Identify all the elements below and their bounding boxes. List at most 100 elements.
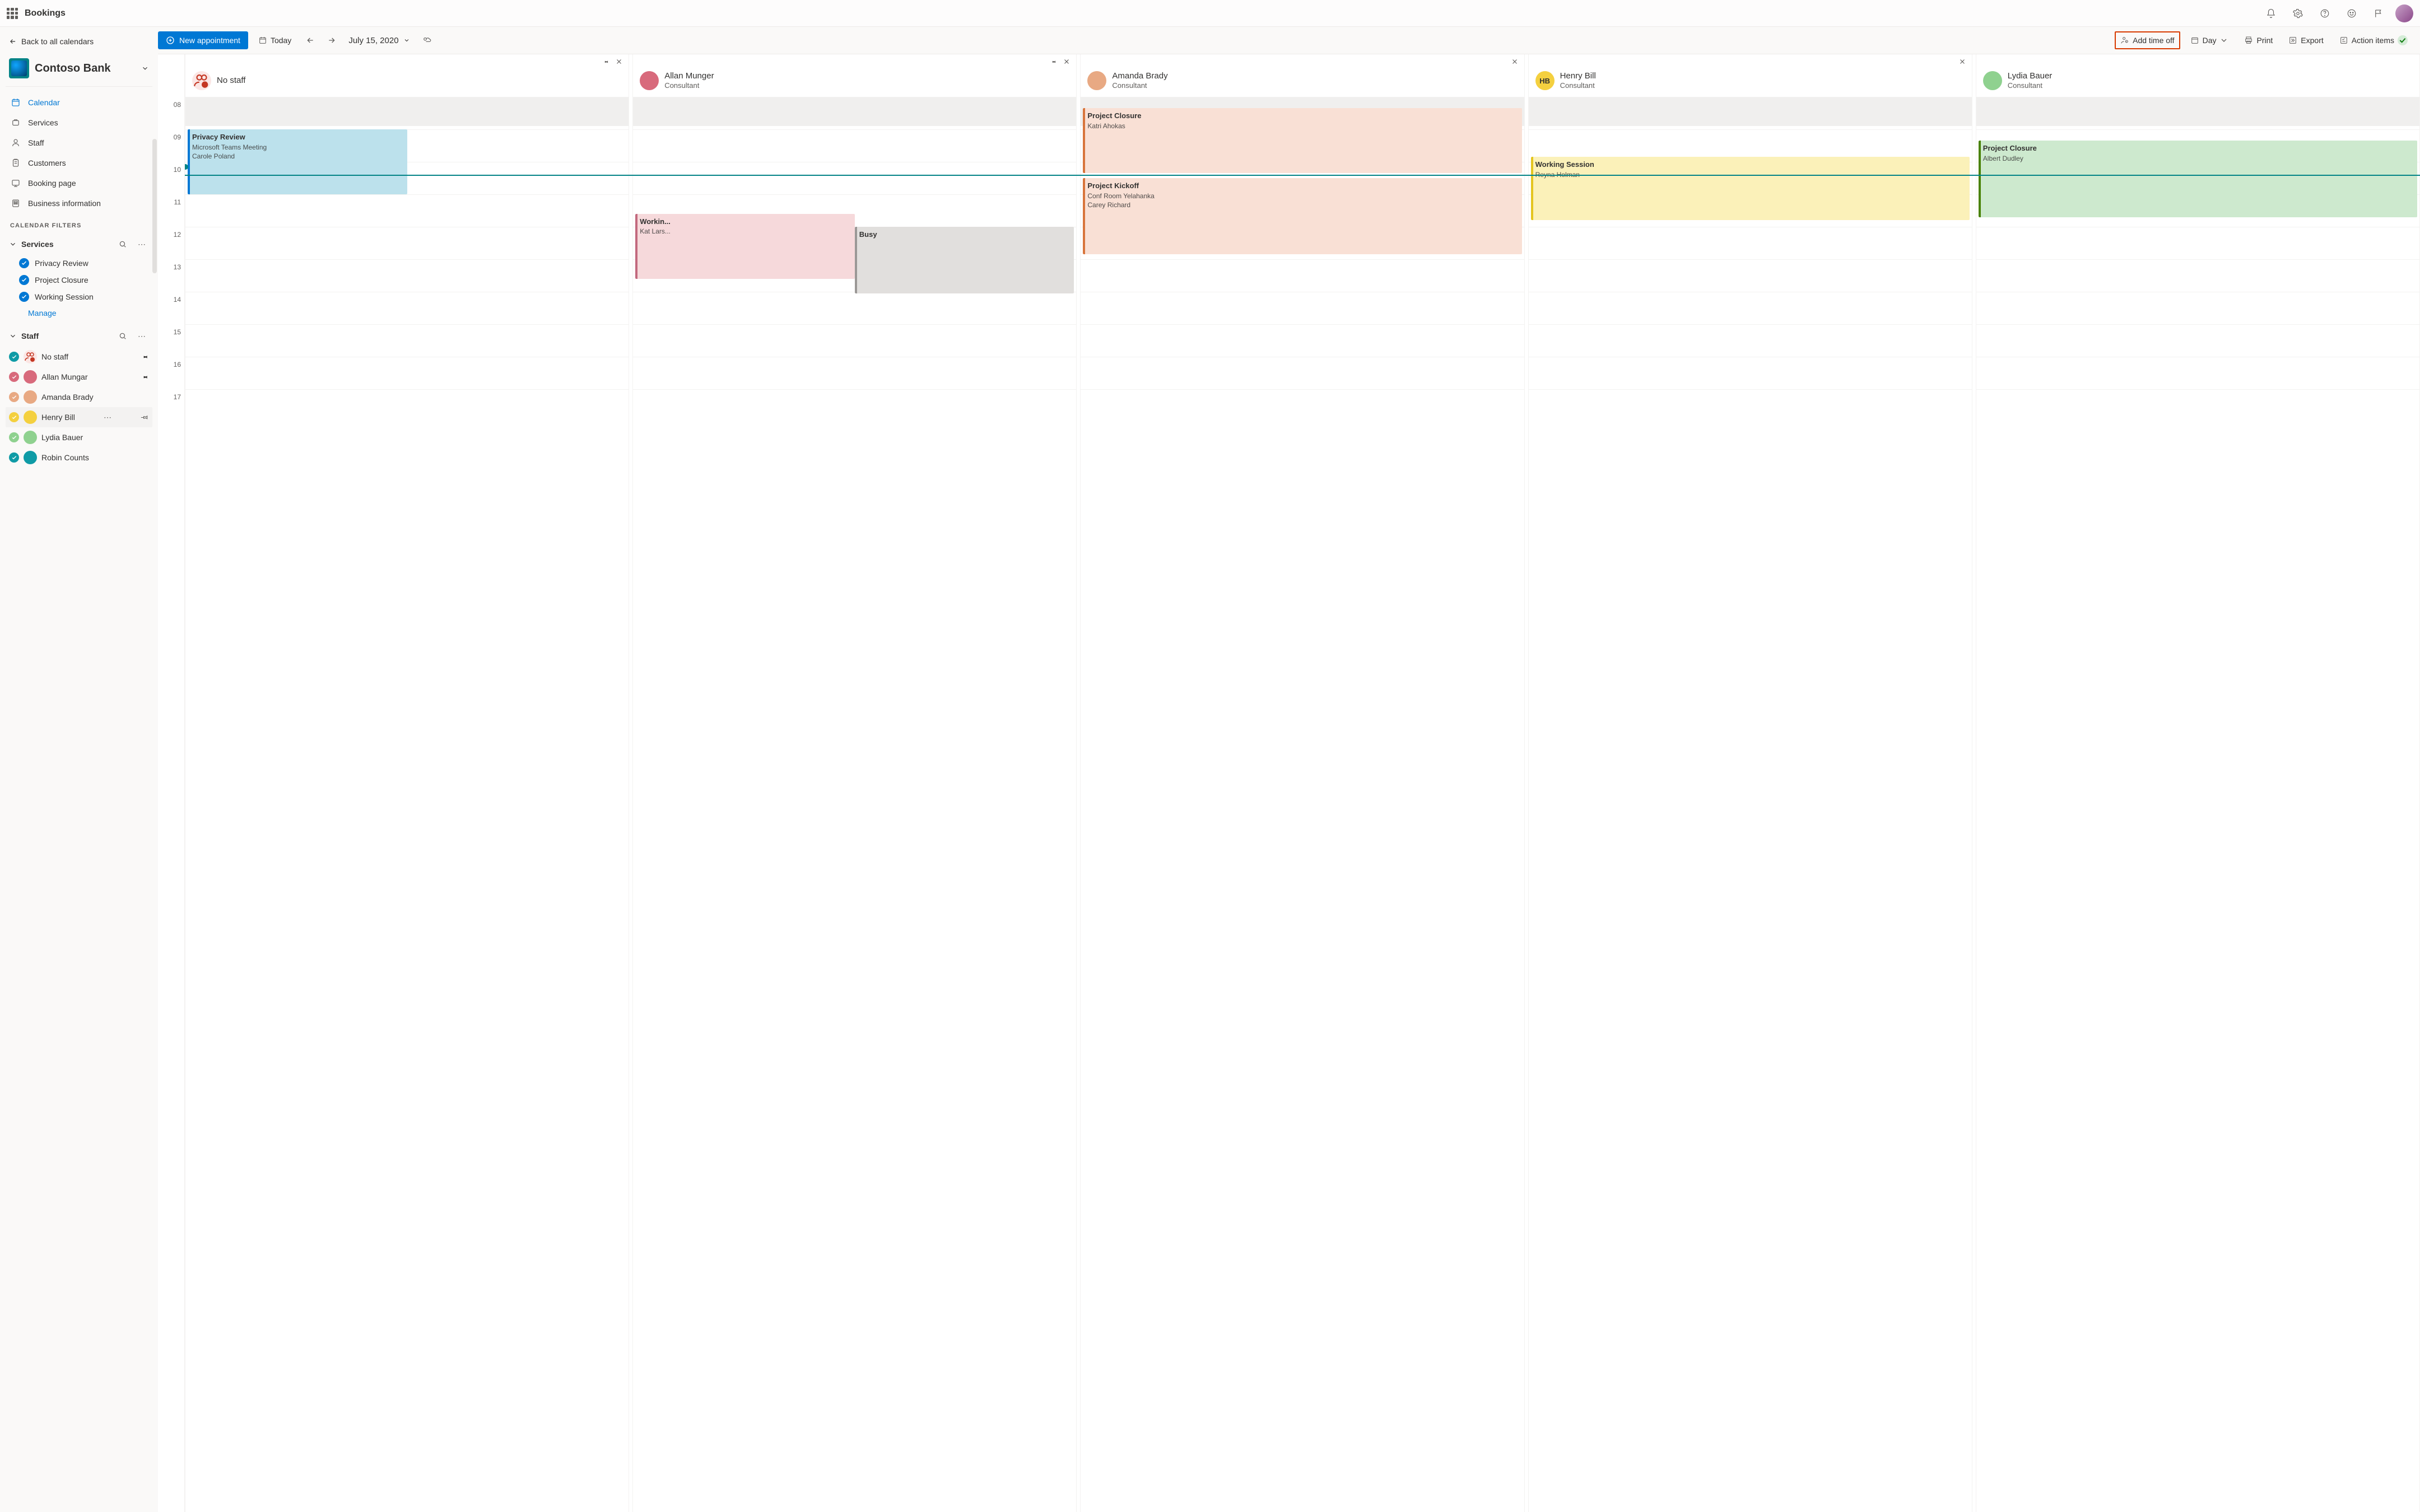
- column-staff-name: Henry Bill: [1560, 71, 1596, 81]
- service-filter-item[interactable]: Privacy Review: [6, 255, 152, 272]
- staff-filter-header[interactable]: Staff ⋯: [6, 325, 152, 347]
- check-icon: [9, 432, 19, 442]
- date-label: July 15, 2020: [348, 36, 398, 45]
- staff-column: ?No staff Privacy ReviewMicrosoft Teams M…: [185, 54, 629, 1512]
- more-icon[interactable]: ⋯: [134, 329, 149, 343]
- staff-filter-item[interactable]: Robin Counts: [6, 447, 152, 468]
- pin-icon[interactable]: [140, 413, 149, 422]
- flag-icon[interactable]: [2368, 3, 2389, 24]
- today-label: Today: [271, 36, 291, 45]
- column-staff-name: Amanda Brady: [1112, 71, 1167, 81]
- calendar-event[interactable]: Project KickoffConf Room YelahankaCarey …: [1083, 178, 1521, 254]
- column-body[interactable]: Project ClosureKatri AhokasProject Kicko…: [1081, 97, 1524, 1512]
- staff-name: Henry Bill: [41, 413, 75, 422]
- export-label: Export: [2301, 36, 2323, 45]
- add-time-off-button[interactable]: Add time off: [2115, 31, 2180, 49]
- calendar-event[interactable]: Project ClosureAlbert Dudley: [1979, 141, 2417, 217]
- weather-icon[interactable]: [418, 31, 436, 49]
- column-header[interactable]: Amanda BradyConsultant: [1081, 68, 1524, 97]
- pin-icon[interactable]: [140, 352, 149, 361]
- more-icon[interactable]: ⋯: [134, 237, 149, 251]
- service-name: Project Closure: [35, 276, 89, 284]
- pin-icon[interactable]: [602, 58, 609, 66]
- nav-item-calendar[interactable]: Calendar: [6, 92, 152, 113]
- prev-day-button[interactable]: [301, 31, 319, 49]
- calendar-event[interactable]: Privacy ReviewMicrosoft Teams MeetingCar…: [188, 129, 407, 194]
- staff-filter-item[interactable]: Amanda Brady: [6, 387, 152, 407]
- print-button[interactable]: Print: [2238, 31, 2278, 49]
- nav-item-business-information[interactable]: Business information: [6, 193, 152, 213]
- next-day-button[interactable]: [323, 31, 341, 49]
- service-name: Privacy Review: [35, 259, 89, 268]
- view-day-button[interactable]: Day: [2185, 31, 2235, 49]
- close-icon[interactable]: [1063, 58, 1071, 66]
- service-filter-item[interactable]: Working Session: [6, 288, 152, 305]
- more-icon[interactable]: ⋯: [101, 413, 114, 422]
- event-color-bar: [1531, 157, 1533, 220]
- nav-item-services[interactable]: Services: [6, 113, 152, 133]
- event-title: Project Kickoff: [1087, 181, 1517, 190]
- profile-avatar[interactable]: [2395, 4, 2413, 22]
- nav-item-customers[interactable]: Customers: [6, 153, 152, 173]
- column-body[interactable]: Project ClosureAlbert Dudley: [1976, 97, 2419, 1512]
- staff-filter-item[interactable]: ?No staff: [6, 347, 152, 367]
- nav-item-booking-page[interactable]: Booking page: [6, 173, 152, 193]
- column-header[interactable]: Lydia BauerConsultant: [1976, 68, 2419, 97]
- column-header[interactable]: Allan MungerConsultant: [633, 68, 1076, 97]
- services-filter-header[interactable]: Services ⋯: [6, 234, 152, 255]
- column-body[interactable]: Privacy ReviewMicrosoft Teams MeetingCar…: [185, 97, 629, 1512]
- excel-icon: [2288, 36, 2297, 45]
- chevron-down-icon: [2219, 36, 2228, 45]
- close-icon[interactable]: [1958, 58, 1966, 66]
- chevron-down-icon: [403, 37, 410, 44]
- column-staff-role: Consultant: [2008, 81, 2053, 90]
- settings-icon[interactable]: [2288, 3, 2308, 24]
- today-button[interactable]: Today: [253, 31, 297, 49]
- plus-circle-icon: [166, 36, 175, 45]
- feedback-icon[interactable]: [2342, 3, 2362, 24]
- check-icon: [9, 452, 19, 463]
- nav-label: Booking page: [28, 179, 76, 188]
- column-controls: [1529, 54, 1972, 68]
- search-icon[interactable]: [115, 329, 130, 343]
- event-color-bar: [635, 214, 637, 279]
- column-body[interactable]: Workin...Kat Lars...Busy: [633, 97, 1076, 1512]
- calendar-event[interactable]: Working SessionReyna Holman: [1531, 157, 1970, 220]
- help-icon[interactable]: [2315, 3, 2335, 24]
- calendar-event[interactable]: Project ClosureKatri Ahokas: [1083, 108, 1521, 173]
- sidebar-scrollbar[interactable]: [152, 139, 157, 273]
- calendar-grid: 08091011121314151617 ?No staffPrivacy Re…: [158, 54, 2420, 1512]
- staff-filter-item[interactable]: Henry Bill ⋯: [6, 407, 152, 427]
- search-icon[interactable]: [115, 237, 130, 251]
- action-items-button[interactable]: Action items: [2334, 31, 2413, 49]
- column-header[interactable]: HBHenry BillConsultant: [1529, 68, 1972, 97]
- service-filter-item[interactable]: Project Closure: [6, 272, 152, 288]
- pin-icon[interactable]: [140, 372, 149, 381]
- hour-label: 08: [174, 101, 181, 109]
- column-header[interactable]: ?No staff: [185, 68, 629, 97]
- calendar-event[interactable]: Workin...Kat Lars...: [635, 214, 855, 279]
- app-title: Bookings: [25, 8, 66, 18]
- close-icon[interactable]: [615, 58, 623, 66]
- new-appointment-button[interactable]: New appointment: [158, 31, 248, 49]
- nav-item-staff[interactable]: Staff: [6, 133, 152, 153]
- pin-icon[interactable]: [1049, 58, 1057, 66]
- staff-filter-item[interactable]: Allan Mungar: [6, 367, 152, 387]
- org-name: Contoso Bank: [35, 62, 136, 75]
- org-logo-icon: [9, 58, 29, 78]
- staff-filter-item[interactable]: Lydia Bauer: [6, 427, 152, 447]
- nav-label: Calendar: [28, 98, 60, 107]
- close-icon[interactable]: [1511, 58, 1519, 66]
- calendar-event[interactable]: Busy: [855, 227, 1074, 293]
- person-off-icon: [2120, 36, 2129, 45]
- notifications-icon[interactable]: [2261, 3, 2281, 24]
- back-to-calendars-link[interactable]: Back to all calendars: [6, 34, 152, 54]
- column-controls: [633, 54, 1076, 68]
- org-selector[interactable]: Contoso Bank: [6, 54, 152, 87]
- export-button[interactable]: Export: [2283, 31, 2329, 49]
- column-body[interactable]: Working SessionReyna Holman: [1529, 97, 1972, 1512]
- manage-services-link[interactable]: Manage: [6, 305, 152, 321]
- app-launcher-icon[interactable]: [7, 8, 18, 19]
- date-picker-button[interactable]: July 15, 2020: [344, 31, 414, 49]
- now-indicator-line: [185, 175, 2420, 176]
